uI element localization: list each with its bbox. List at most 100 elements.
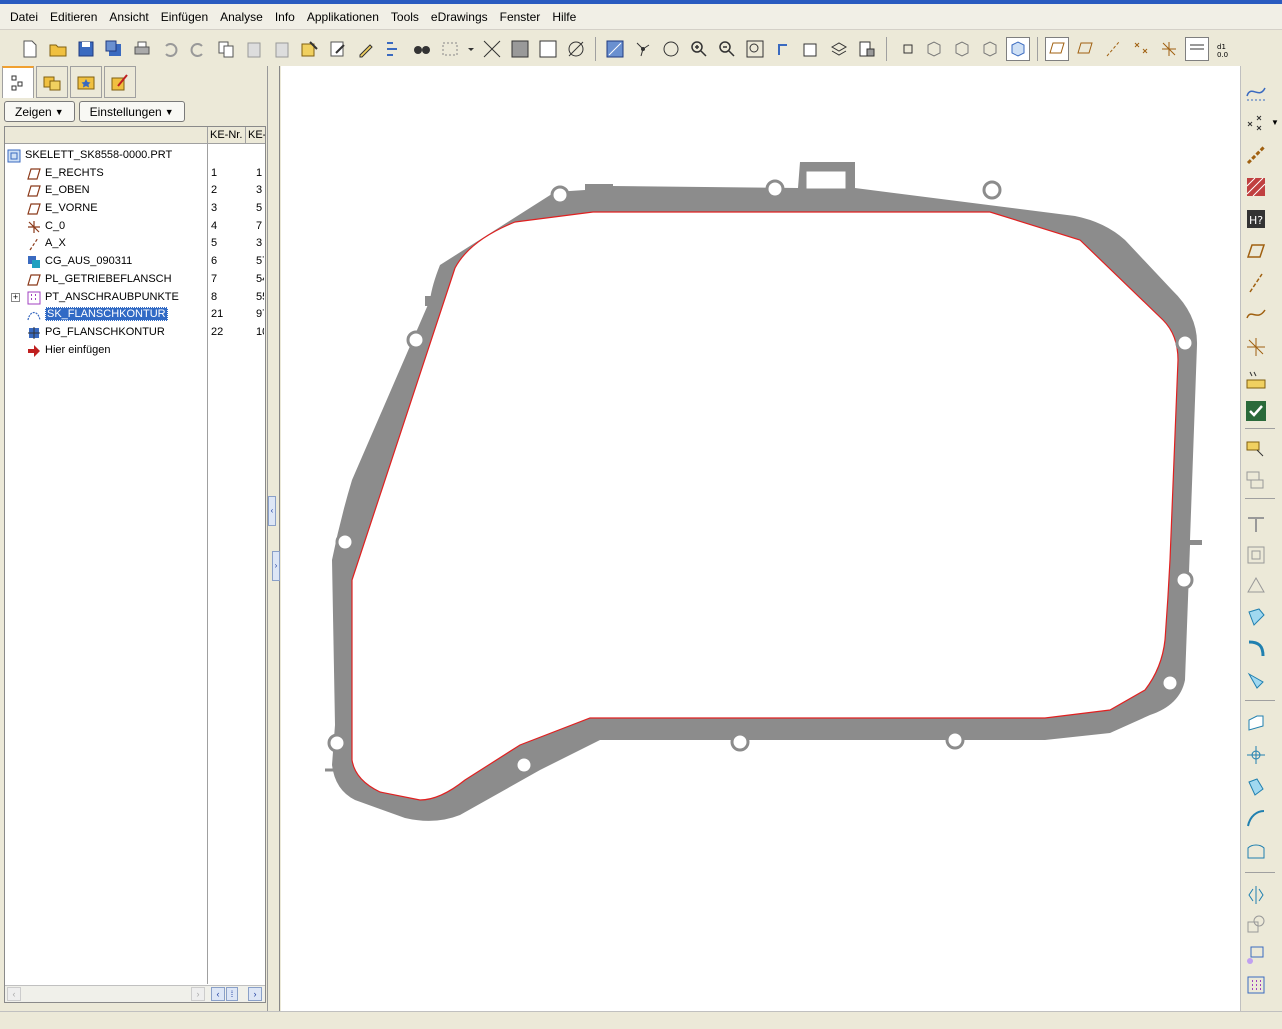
tree-item-sk-flanschkontur[interactable]: SK_FLANSCHKONTUR 21 97 xyxy=(5,306,265,324)
mirror-icon[interactable] xyxy=(1243,882,1269,908)
tab-favorites[interactable] xyxy=(70,66,102,98)
bolt-hole[interactable] xyxy=(514,755,534,775)
wireframe-icon[interactable] xyxy=(480,37,504,61)
menu-tools[interactable]: Tools xyxy=(385,7,425,27)
scroll-left-icon[interactable]: ‹ xyxy=(211,987,225,1001)
curve-tool-icon[interactable] xyxy=(1243,142,1269,168)
save-icon[interactable] xyxy=(74,37,98,61)
select-filter-icon[interactable] xyxy=(1243,436,1269,462)
bolt-hole[interactable] xyxy=(406,330,426,350)
bolt-hole[interactable] xyxy=(982,180,1002,200)
scroll-right-icon[interactable]: › xyxy=(248,987,262,1001)
menu-fenster[interactable]: Fenster xyxy=(494,7,547,27)
zoom-in-icon[interactable] xyxy=(687,37,711,61)
extrude-icon[interactable] xyxy=(1243,512,1269,538)
dimension-display-icon[interactable]: d1 0.0 xyxy=(1213,37,1237,61)
graphics-window[interactable] xyxy=(281,66,1240,1011)
datum-axis-tool-icon[interactable] xyxy=(1243,270,1269,296)
datum-axis-display-icon[interactable] xyxy=(1101,37,1125,61)
edit-icon[interactable] xyxy=(354,37,378,61)
bolt-hole[interactable] xyxy=(730,732,750,752)
tab-connections[interactable] xyxy=(104,66,136,98)
sweep-icon[interactable] xyxy=(1243,572,1269,598)
datum-point-tool-icon[interactable] xyxy=(1243,110,1269,136)
trimetric-icon[interactable] xyxy=(950,37,974,61)
draft-icon[interactable] xyxy=(1243,710,1269,736)
bolt-hole[interactable] xyxy=(945,730,965,750)
chamfer-icon[interactable] xyxy=(1243,668,1269,694)
bolt-hole[interactable] xyxy=(765,179,785,199)
bolt-hole[interactable] xyxy=(550,185,570,205)
new-file-icon[interactable] xyxy=(18,37,42,61)
edit-definition-icon[interactable] xyxy=(326,37,350,61)
tree-insert-here[interactable]: Hier einfügen xyxy=(5,342,265,360)
bolt-hole[interactable] xyxy=(1174,570,1194,590)
menu-analyse[interactable]: Analyse xyxy=(214,7,269,27)
tree-root[interactable]: SKELETT_SK8558-0000.PRT xyxy=(5,147,265,165)
search-icon[interactable] xyxy=(410,37,434,61)
redo-icon[interactable] xyxy=(186,37,210,61)
paste-icon[interactable] xyxy=(242,37,266,61)
bolt-hole[interactable] xyxy=(335,532,355,552)
menu-applikationen[interactable]: Applikationen xyxy=(301,7,385,27)
shell-icon[interactable] xyxy=(1243,742,1269,768)
zoom-out-icon[interactable] xyxy=(715,37,739,61)
csys-tool-icon[interactable] xyxy=(1243,334,1269,360)
shading-icon[interactable] xyxy=(508,37,532,61)
tab-model-tree[interactable] xyxy=(2,66,34,98)
horizontal-scrollbar[interactable]: ‹ › ‹ ⁞ › xyxy=(5,985,265,1002)
panel-splitter[interactable]: ‹ › xyxy=(268,66,280,1011)
chevron-down-icon[interactable]: ▼ xyxy=(1271,118,1279,127)
col-ke-nr[interactable]: KE-Nr. xyxy=(207,127,245,144)
spin-center-icon[interactable] xyxy=(631,37,655,61)
repaint-icon[interactable] xyxy=(603,37,627,61)
boundary-blend-icon[interactable] xyxy=(1243,838,1269,864)
print-icon[interactable] xyxy=(130,37,154,61)
tree-item-e-oben[interactable]: E_OBEN 2 3 xyxy=(5,182,265,200)
tree-item-pl-getriebeflansch[interactable]: PL_GETRIEBEFLANSCH 7 54 xyxy=(5,271,265,289)
analysis-tool-icon[interactable] xyxy=(1243,366,1269,392)
tree-item-pt-anschraubpunkte[interactable]: + PT_ANSCHRAUBPUNKTE 8 55 xyxy=(5,289,265,307)
hidden-line-icon[interactable] xyxy=(536,37,560,61)
tree-item-e-rechts[interactable]: E_RECHTS 1 1 xyxy=(5,165,265,183)
layers-icon[interactable] xyxy=(827,37,851,61)
trim-icon[interactable] xyxy=(1243,942,1269,968)
bolt-hole[interactable] xyxy=(1160,673,1180,693)
refit-icon[interactable] xyxy=(743,37,767,61)
help-tool-icon[interactable]: H? xyxy=(1243,206,1269,232)
menu-ansicht[interactable]: Ansicht xyxy=(103,7,154,27)
datum-curve-tool-icon[interactable] xyxy=(1243,302,1269,328)
coordinate-system-display-icon[interactable] xyxy=(1157,37,1181,61)
view-manager-icon[interactable] xyxy=(855,37,879,61)
check-icon[interactable] xyxy=(1243,398,1269,424)
flange-model[interactable] xyxy=(281,66,1240,1011)
menu-editieren[interactable]: Editieren xyxy=(44,7,103,27)
copy-icon[interactable] xyxy=(214,37,238,61)
scroll-right-icon[interactable]: › xyxy=(191,987,205,1001)
scroll-thumb[interactable]: ⁞ xyxy=(226,987,238,1001)
regenerate-icon[interactable] xyxy=(298,37,322,61)
collapse-right-icon[interactable]: › xyxy=(272,551,280,581)
hole-icon[interactable] xyxy=(1243,806,1269,832)
settings-dropdown[interactable]: Einstellungen ▼ xyxy=(78,101,185,122)
tree-item-cg-aus[interactable]: CG_AUS_090311 6 57 xyxy=(5,253,265,271)
revolve-icon[interactable] xyxy=(1243,542,1269,568)
isometric-icon[interactable] xyxy=(922,37,946,61)
menu-hilfe[interactable]: Hilfe xyxy=(546,7,582,27)
model-tree-icon[interactable] xyxy=(382,37,406,61)
rib-icon[interactable] xyxy=(1243,774,1269,800)
tree-item-pg-flanschkontur[interactable]: PG_FLANSCHKONTUR 22 10 xyxy=(5,324,265,342)
reorient-icon[interactable] xyxy=(771,37,795,61)
tree-item-e-vorne[interactable]: E_VORNE 3 5 xyxy=(5,200,265,218)
tab-folder-browser[interactable] xyxy=(36,66,68,98)
menu-datei[interactable]: Datei xyxy=(4,7,44,27)
scroll-left-icon[interactable]: ‹ xyxy=(7,987,21,1001)
tree-item-c-0[interactable]: C_0 4 7 xyxy=(5,218,265,236)
paste-special-icon[interactable] xyxy=(270,37,294,61)
sketch-tool-icon[interactable] xyxy=(1243,78,1269,104)
chevron-down-icon[interactable] xyxy=(466,37,476,61)
hatch-tool-icon[interactable] xyxy=(1243,174,1269,200)
menu-edrawings[interactable]: eDrawings xyxy=(425,7,494,27)
datum-plane-tool-icon[interactable] xyxy=(1243,238,1269,264)
undo-icon[interactable] xyxy=(158,37,182,61)
